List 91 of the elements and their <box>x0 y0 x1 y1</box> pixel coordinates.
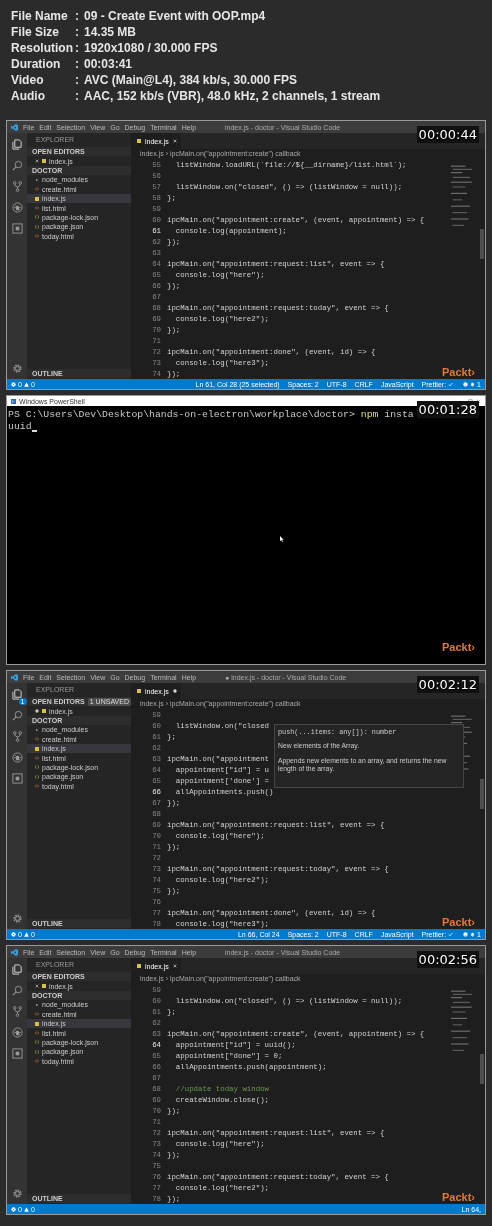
logo: Packt› <box>441 916 475 928</box>
mouse-pointer-icon <box>280 536 284 542</box>
search-icon[interactable] <box>11 160 23 171</box>
info-separator: : <box>75 25 80 39</box>
logo: Packt› <box>441 1191 475 1203</box>
info-label: Resolution <box>11 41 74 55</box>
terminal-line: PS C:\Users\Dev\Desktop\hands-on-electron\workplace\doctor> npm insta <box>8 409 414 421</box>
warning-icon[interactable] <box>23 381 29 387</box>
js-file-icon <box>42 159 46 164</box>
settings-icon[interactable] <box>11 363 23 374</box>
info-label: Video <box>11 73 45 87</box>
html-file-icon <box>35 784 39 789</box>
smiley-icon[interactable] <box>463 931 469 937</box>
html-file-icon <box>35 1012 39 1017</box>
info-label: Audio <box>11 89 46 103</box>
source-control-icon[interactable] <box>11 181 23 192</box>
app-logo-icon <box>11 673 18 681</box>
html-file-icon <box>35 1059 39 1064</box>
scrollbar-thumb[interactable] <box>480 779 484 809</box>
error-icon[interactable] <box>11 1206 16 1212</box>
maximize-icon[interactable] <box>468 398 473 404</box>
logo: Packt› <box>441 641 475 653</box>
html-file-icon <box>35 1031 39 1036</box>
info-value: 00:03:41 <box>84 57 133 71</box>
error-icon[interactable] <box>11 931 16 937</box>
json-file-icon <box>35 215 39 220</box>
json-file-icon <box>35 765 39 770</box>
close-icon[interactable] <box>476 398 481 404</box>
debug-icon[interactable] <box>11 752 23 763</box>
info-separator: : <box>75 89 80 103</box>
json-file-icon <box>35 774 39 779</box>
js-file-icon <box>42 709 46 714</box>
info-label: File Name <box>11 9 69 23</box>
app-logo-icon <box>11 948 18 956</box>
info-value: AAC, 152 kb/s (VBR), 48.0 kHz, 2 channels, 1 stream <box>84 89 381 103</box>
html-file-icon <box>35 187 39 192</box>
json-file-icon <box>35 1049 39 1054</box>
js-file-icon <box>137 689 141 693</box>
check-icon <box>448 931 454 937</box>
info-value: 09 - Create Event with OOP.mp4 <box>84 9 266 23</box>
app-logo-icon <box>11 123 18 131</box>
json-file-icon <box>35 224 39 229</box>
js-file-icon <box>137 139 141 143</box>
js-file-icon <box>35 196 39 201</box>
files-icon[interactable] <box>11 689 23 700</box>
terminal-line: uuid <box>8 421 37 433</box>
info-separator: : <box>75 9 80 23</box>
scrollbar-thumb[interactable] <box>480 1054 484 1084</box>
error-icon[interactable] <box>11 381 16 387</box>
info-separator: : <box>75 41 80 55</box>
debug-icon[interactable] <box>11 202 23 213</box>
settings-icon[interactable] <box>11 1188 23 1199</box>
search-icon[interactable] <box>11 985 23 996</box>
info-value: 1920x1080 / 30.000 FPS <box>84 41 218 55</box>
js-file-icon <box>42 984 46 989</box>
timestamp: 00:00:44 <box>416 126 479 143</box>
timestamp: 00:01:28 <box>416 401 479 418</box>
info-value: AVC (Main@L4), 384 kb/s, 30.000 FPS <box>84 73 297 87</box>
debug-icon[interactable] <box>11 1027 23 1038</box>
warning-icon[interactable] <box>23 1206 29 1212</box>
info-label: File Size <box>11 25 61 39</box>
source-control-icon[interactable] <box>11 1006 23 1017</box>
timestamp: 00:02:12 <box>416 676 479 693</box>
timestamp: 00:02:56 <box>416 951 479 968</box>
logo: Packt› <box>441 366 475 378</box>
info-value: 14.35 MB <box>84 25 137 39</box>
bell-icon[interactable] <box>470 381 476 387</box>
bell-icon[interactable] <box>470 931 476 937</box>
smiley-icon[interactable] <box>463 381 469 387</box>
html-file-icon <box>35 756 39 761</box>
warning-icon[interactable] <box>23 931 29 937</box>
extensions-icon[interactable] <box>11 223 23 234</box>
js-file-icon <box>35 1021 39 1026</box>
js-file-icon <box>35 746 39 751</box>
files-icon[interactable] <box>11 964 23 975</box>
settings-icon[interactable] <box>11 913 23 924</box>
scrollbar-thumb[interactable] <box>480 229 484 259</box>
check-icon <box>448 381 454 387</box>
info-separator: : <box>75 57 80 71</box>
html-file-icon <box>35 206 39 211</box>
extensions-icon[interactable] <box>11 1048 23 1059</box>
source-control-icon[interactable] <box>11 731 23 742</box>
json-file-icon <box>35 1040 39 1045</box>
extensions-icon[interactable] <box>11 773 23 784</box>
info-label: Duration <box>11 57 62 71</box>
html-file-icon <box>35 737 39 742</box>
html-file-icon <box>35 234 39 239</box>
files-icon[interactable] <box>11 139 23 150</box>
info-separator: : <box>75 73 80 87</box>
js-file-icon <box>137 964 141 968</box>
search-icon[interactable] <box>11 710 23 721</box>
